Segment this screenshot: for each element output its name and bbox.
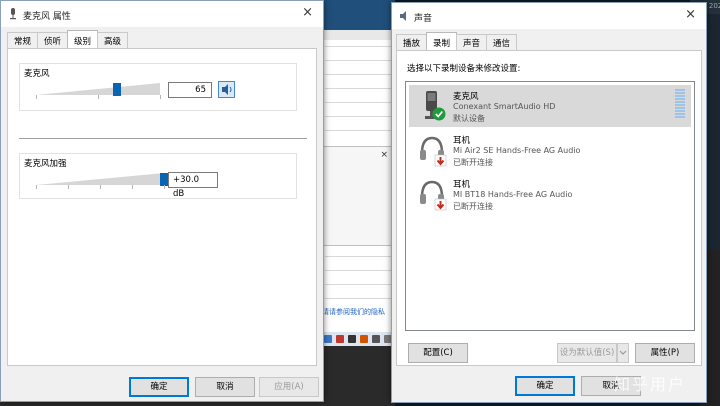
mic-level-slider[interactable] bbox=[36, 83, 160, 96]
list-item[interactable]: 耳机 MI BT18 Hands-Free AG Audio 已断开连接 bbox=[409, 173, 691, 215]
tab-advanced[interactable]: 高级 bbox=[97, 32, 129, 48]
boost-slider[interactable] bbox=[36, 173, 168, 186]
ok-button[interactable]: 确定 bbox=[515, 376, 575, 396]
tab-levels[interactable]: 级别 bbox=[67, 30, 99, 48]
headset-icon bbox=[420, 136, 447, 167]
mic-properties-titlebar: 麦克风 属性 × bbox=[1, 1, 323, 27]
microphone-icon bbox=[10, 8, 16, 20]
device-status: 已断开连接 bbox=[453, 202, 493, 211]
sound-title: 声音 bbox=[414, 14, 433, 24]
background-window-strip bbox=[320, 30, 395, 40]
tab-playback[interactable]: 播放 bbox=[396, 34, 428, 50]
mic-properties-dialog: 麦克风 属性 × 常规 侦听 级别 高级 麦克风 65 麦克风加强 +30.0 … bbox=[0, 0, 324, 402]
slider-tick bbox=[164, 185, 165, 189]
list-item[interactable]: 麦克风 Conexant SmartAudio HD 默认设备 bbox=[409, 85, 691, 127]
headset-icon bbox=[420, 180, 447, 211]
cancel-button[interactable]: 取消 bbox=[195, 377, 255, 397]
ok-button[interactable]: 确定 bbox=[129, 377, 189, 397]
mic-properties-tabs: 常规 侦听 级别 高级 bbox=[7, 30, 129, 48]
set-default-button[interactable]: 设为默认值(S) bbox=[557, 343, 617, 363]
set-default-dropdown[interactable] bbox=[617, 343, 629, 363]
device-description: Conexant SmartAudio HD bbox=[453, 102, 556, 111]
device-status: 已断开连接 bbox=[453, 158, 493, 167]
background-window-header bbox=[320, 0, 395, 30]
chevron-down-icon bbox=[619, 350, 627, 355]
sound-titlebar: 声音 × bbox=[392, 3, 706, 29]
section-divider bbox=[19, 138, 307, 139]
list-item[interactable]: 耳机 Mi Air2 SE Hands-Free AG Audio 已断开连接 bbox=[409, 129, 691, 171]
microphone-icon bbox=[425, 91, 446, 121]
background-inner-panel bbox=[321, 146, 393, 246]
tab-general[interactable]: 常规 bbox=[7, 32, 39, 48]
device-description: Mi Air2 SE Hands-Free AG Audio bbox=[453, 146, 581, 155]
background-close-icon[interactable]: × bbox=[380, 150, 388, 160]
sound-dialog: 声音 × 播放 录制 声音 通信 选择以下录制设备来修改设置: 麦克风 Cone… bbox=[391, 2, 707, 403]
close-icon[interactable]: × bbox=[302, 6, 313, 20]
mic-properties-title: 麦克风 属性 bbox=[23, 12, 71, 22]
slider-tick bbox=[36, 185, 37, 189]
device-name: 耳机 bbox=[453, 136, 471, 146]
speaker-icon bbox=[222, 84, 232, 95]
boost-value: +30.0 dB bbox=[168, 172, 218, 199]
configure-button[interactable]: 配置(C) bbox=[408, 343, 468, 363]
check-icon bbox=[432, 107, 446, 121]
level-meter bbox=[675, 89, 685, 119]
tab-listen[interactable]: 侦听 bbox=[37, 32, 69, 48]
tab-recording[interactable]: 录制 bbox=[426, 32, 458, 50]
tab-communications[interactable]: 通信 bbox=[486, 34, 518, 50]
sound-icon bbox=[400, 11, 406, 21]
recording-instruction: 选择以下录制设备来修改设置: bbox=[407, 64, 521, 74]
background-privacy-link[interactable]: 请请参阅我们的隐私 bbox=[322, 307, 390, 317]
slider-tick bbox=[36, 95, 37, 99]
device-description: MI BT18 Hands-Free AG Audio bbox=[453, 190, 573, 199]
device-status: 默认设备 bbox=[453, 114, 485, 123]
recording-panel: 选择以下录制设备来修改设置: 麦克风 Conexant SmartAudio H… bbox=[396, 50, 702, 366]
device-list[interactable]: 麦克风 Conexant SmartAudio HD 默认设备 耳机 Mi Ai… bbox=[405, 81, 695, 331]
close-icon[interactable]: × bbox=[685, 8, 696, 22]
sound-tabs: 播放 录制 声音 通信 bbox=[396, 32, 518, 50]
watermark: 知乎用户 bbox=[614, 375, 687, 394]
slider-tick bbox=[98, 95, 99, 99]
mic-level-value[interactable]: 65 bbox=[168, 82, 212, 98]
slider-tick bbox=[100, 185, 101, 189]
levels-panel: 麦克风 65 麦克风加强 +30.0 dB bbox=[7, 48, 317, 366]
apply-button[interactable]: 应用(A) bbox=[259, 377, 319, 397]
slider-tick bbox=[68, 185, 69, 189]
slider-tick bbox=[132, 185, 133, 189]
mic-level-slider-thumb[interactable] bbox=[113, 83, 121, 96]
properties-button[interactable]: 属性(P) bbox=[635, 343, 695, 363]
device-name: 耳机 bbox=[453, 180, 471, 190]
background-tray bbox=[320, 332, 395, 346]
tab-sounds[interactable]: 声音 bbox=[456, 34, 488, 50]
device-name: 麦克风 bbox=[453, 92, 479, 102]
mute-toggle-button[interactable] bbox=[218, 81, 235, 98]
slider-tick bbox=[160, 95, 161, 99]
